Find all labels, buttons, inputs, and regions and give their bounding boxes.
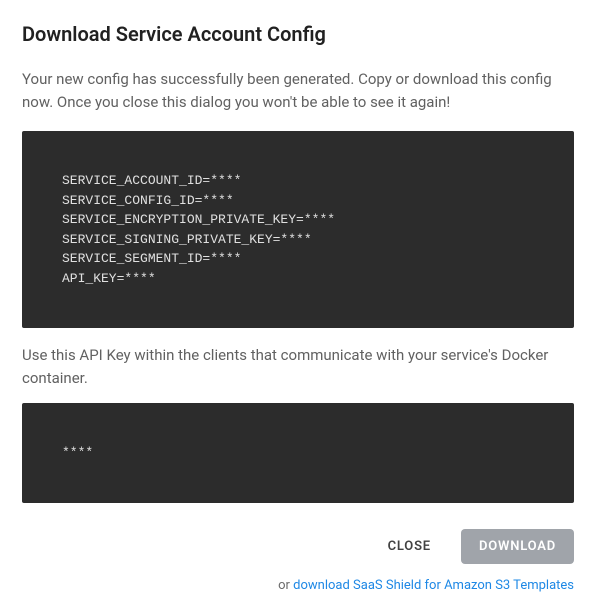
dialog-button-row: CLOSE DOWNLOAD: [22, 529, 574, 564]
api-key-note: Use this API Key within the clients that…: [22, 344, 574, 389]
template-download-row: or download SaaS Shield for Amazon S3 Te…: [22, 578, 574, 593]
download-button[interactable]: DOWNLOAD: [461, 529, 574, 564]
dialog-title: Download Service Account Config: [22, 22, 574, 46]
config-code-block[interactable]: SERVICE_ACCOUNT_ID=**** SERVICE_CONFIG_I…: [22, 131, 574, 328]
template-prefix: or: [278, 578, 293, 593]
close-button[interactable]: CLOSE: [370, 529, 449, 564]
api-key-code-block[interactable]: ****: [22, 403, 574, 503]
dialog-description: Your new config has successfully been ge…: [22, 68, 574, 113]
download-templates-link[interactable]: download SaaS Shield for Amazon S3 Templ…: [293, 578, 574, 593]
